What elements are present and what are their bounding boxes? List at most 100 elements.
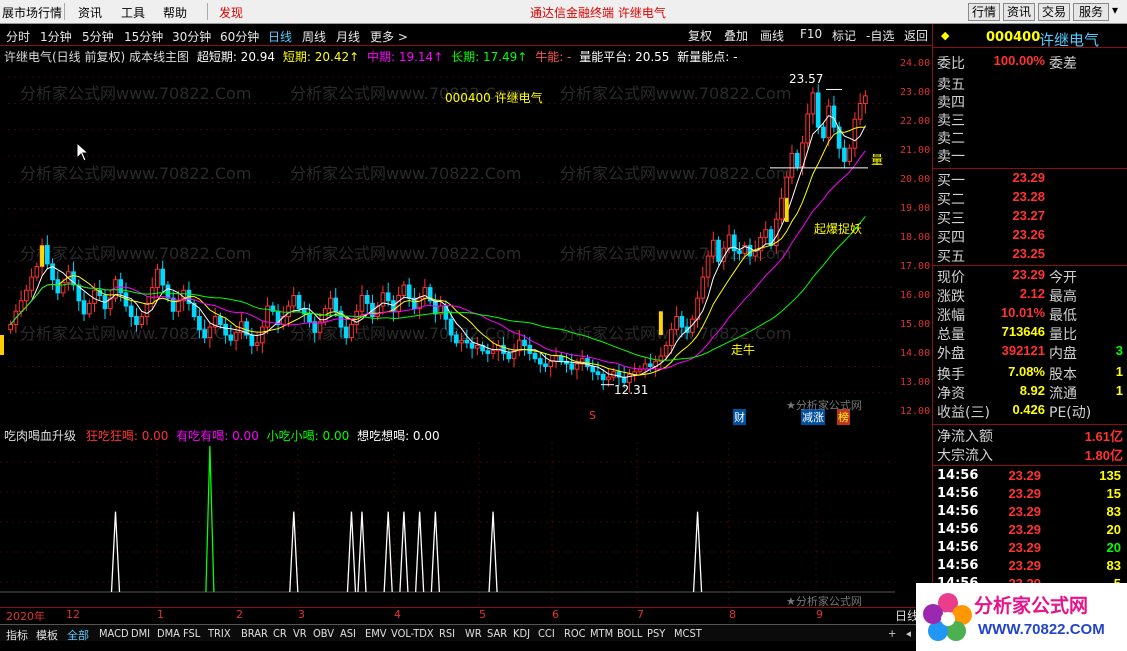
scroll-left-icon[interactable]: ◂ xyxy=(906,627,911,640)
tab-rsi[interactable]: RSI xyxy=(439,627,455,640)
time-axis: 2020年 12 1 2 3 4 5 6 7 8 9 xyxy=(0,607,932,623)
menu-market[interactable]: 展市场行情 xyxy=(2,4,62,21)
candle-body xyxy=(595,371,601,375)
tab-trix[interactable]: TRIX xyxy=(208,627,231,640)
stat-row: 收益(三) 0.426 PE(动) xyxy=(933,402,1127,421)
watchlist-button[interactable]: -自选 xyxy=(866,27,894,44)
stat-value: 7.08% xyxy=(1008,364,1045,379)
sell-row: 卖一 xyxy=(933,146,1127,165)
osc-spike xyxy=(205,445,215,593)
candle-body xyxy=(648,363,653,368)
panel-divider xyxy=(932,424,1127,425)
candle-body xyxy=(359,295,365,312)
stat-label-2: 股本 xyxy=(1049,367,1077,383)
period-60min[interactable]: 60分钟 xyxy=(220,28,259,45)
adjust-button[interactable]: 复权 xyxy=(688,27,712,44)
overlay-button[interactable]: 叠加 xyxy=(724,27,748,44)
menu-help[interactable]: 帮助 xyxy=(163,4,187,21)
add-tab-icon[interactable]: + xyxy=(888,627,896,640)
tab-indicator[interactable]: 指标 xyxy=(6,627,28,643)
period-monthly[interactable]: 月线 xyxy=(336,28,360,45)
period-15min[interactable]: 15分钟 xyxy=(124,28,163,45)
candle-body xyxy=(197,316,202,331)
finance-badge[interactable]: 财 xyxy=(733,409,746,425)
candle-body xyxy=(669,329,674,346)
tick-time: 14:56 xyxy=(937,468,979,483)
period-daily[interactable]: 日线 xyxy=(268,28,292,45)
period-intraday[interactable]: 分时 xyxy=(6,28,30,45)
tab-fsl[interactable]: FSL xyxy=(183,627,200,640)
stat-label: 换手 xyxy=(937,367,965,383)
sell-row: 卖三 xyxy=(933,110,1127,129)
candle-body xyxy=(464,339,470,344)
price-tick: 16.00 xyxy=(900,290,931,301)
period-more[interactable]: 更多 > xyxy=(370,28,408,45)
tab-vr[interactable]: VR xyxy=(293,627,307,640)
price-tick: 17.00 xyxy=(900,261,931,272)
candle-body xyxy=(55,279,61,294)
mark-button[interactable]: 标记 xyxy=(832,27,856,44)
service-button[interactable]: 服务 xyxy=(1073,3,1109,21)
tab-mtm[interactable]: MTM xyxy=(590,627,613,640)
menu-discover[interactable]: 发现 xyxy=(219,4,243,21)
tab-sar[interactable]: SAR xyxy=(487,627,507,640)
candle-body xyxy=(627,373,632,383)
time-label: 9 xyxy=(816,608,823,621)
back-button[interactable]: 返回 xyxy=(904,27,928,44)
tab-boll[interactable]: BOLL xyxy=(617,627,642,640)
candle-body xyxy=(296,295,302,310)
sell-row: 卖四 xyxy=(933,92,1127,111)
quote-button[interactable]: 行情 xyxy=(968,3,1000,21)
tab-roc[interactable]: ROC xyxy=(564,627,586,640)
tick-price: 23.29 xyxy=(1008,504,1041,519)
ma-short: 短期: 20.42↑ xyxy=(282,50,360,64)
candle-body xyxy=(165,284,171,299)
candle-body xyxy=(207,326,213,339)
quote-panel: ◆ 000400 许继电气 委比 100.00% 委差 卖五 卖四 卖三 卖二 … xyxy=(932,24,1127,604)
f10-button[interactable]: F10 xyxy=(800,27,822,41)
tab-obv[interactable]: OBV xyxy=(313,627,334,640)
panel-divider xyxy=(932,265,1127,266)
candle-body xyxy=(663,344,669,357)
tab-brar[interactable]: BRAR xyxy=(241,627,268,640)
weicha-label: 委差 xyxy=(1049,56,1077,72)
news-button[interactable]: 资讯 xyxy=(1003,3,1035,21)
buy-row: 买五 23.25 xyxy=(933,246,1127,265)
weibi-label: 委比 xyxy=(937,56,965,72)
reduce-badge[interactable]: 减涨 xyxy=(801,409,825,425)
tab-cr[interactable]: CR xyxy=(273,627,287,640)
period-weekly[interactable]: 周线 xyxy=(302,28,326,45)
trade-button[interactable]: 交易 xyxy=(1038,3,1070,21)
tab-macd[interactable]: MACD xyxy=(99,627,129,640)
tab-emv[interactable]: EMV xyxy=(365,627,387,640)
rank-badge[interactable]: 榜 xyxy=(837,409,850,425)
tab-template[interactable]: 模板 xyxy=(36,627,58,643)
candle-body xyxy=(569,363,575,370)
candle-body xyxy=(553,355,559,362)
tab-all[interactable]: 全部 xyxy=(67,627,89,643)
oscillator-chart[interactable] xyxy=(0,442,932,607)
buy-row: 买一 23.29 xyxy=(933,170,1127,189)
candle-body xyxy=(170,297,176,312)
tab-asi[interactable]: ASI xyxy=(340,627,356,640)
tab-kdj[interactable]: KDJ xyxy=(513,627,530,640)
menu-news[interactable]: 资讯 xyxy=(78,4,102,21)
tab-cci[interactable]: CCI xyxy=(538,627,555,640)
period-1min[interactable]: 1分钟 xyxy=(40,28,72,45)
period-30min[interactable]: 30分钟 xyxy=(172,28,211,45)
candle-body xyxy=(291,295,297,307)
period-5min[interactable]: 5分钟 xyxy=(82,28,114,45)
tab-dma[interactable]: DMA xyxy=(157,627,180,640)
stat-value-2: 3 xyxy=(1115,343,1123,358)
tab-mcst[interactable]: MCST xyxy=(674,627,702,640)
draw-button[interactable]: 画线 xyxy=(760,27,784,44)
minimize-icon[interactable]: ▾ xyxy=(1112,3,1118,17)
osc-want: 想吃想喝: 0.00 xyxy=(357,429,440,443)
ma-mid: 中期: 19.14↑ xyxy=(366,50,444,64)
candle-body xyxy=(24,289,29,302)
tab-psy[interactable]: PSY xyxy=(647,627,665,640)
tab-dmi[interactable]: DMI xyxy=(131,627,150,640)
tab-vol-tdx[interactable]: VOL-TDX xyxy=(391,627,434,640)
tab-wr[interactable]: WR xyxy=(465,627,482,640)
menu-tools[interactable]: 工具 xyxy=(121,4,145,21)
